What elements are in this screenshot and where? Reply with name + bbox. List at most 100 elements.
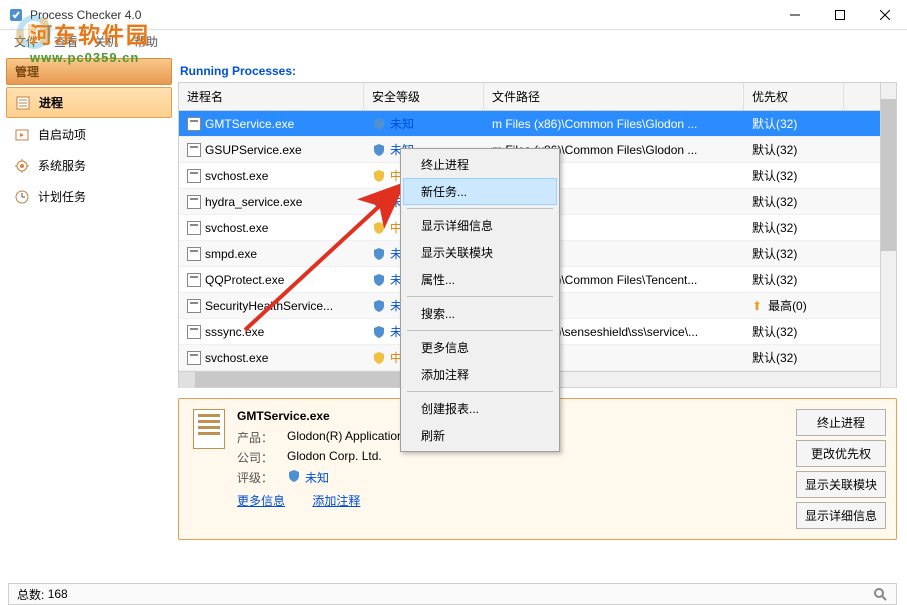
- sidebar-item-label: 自启动项: [38, 126, 86, 143]
- menu-separator: [407, 391, 553, 392]
- shield-icon: [372, 169, 386, 183]
- process-name: svchost.exe: [205, 169, 268, 183]
- context-menu-item[interactable]: 创建报表...: [403, 395, 557, 422]
- priority-value: 默认(32): [752, 167, 797, 184]
- col-security[interactable]: 安全等级: [364, 83, 484, 110]
- priority-value: 默认(32): [752, 193, 797, 210]
- maximize-button[interactable]: [817, 0, 862, 30]
- detail-company-value: Glodon Corp. Ltd.: [287, 449, 382, 466]
- priority-value: 默认(32): [752, 349, 797, 366]
- close-button[interactable]: [862, 0, 907, 30]
- sidebar-item-label: 进程: [39, 94, 63, 111]
- process-file-icon: [187, 169, 201, 183]
- change-priority-button[interactable]: 更改优先权: [796, 440, 886, 467]
- table-row[interactable]: GMTService.exe 未知 m Files (x86)\Common Fil…: [179, 111, 896, 137]
- process-file-icon: [187, 247, 201, 261]
- sidebar-header: 管理: [6, 58, 172, 85]
- process-file-icon: [187, 195, 201, 209]
- priority-value: 默认(32): [752, 245, 797, 262]
- process-file-icon: [187, 273, 201, 287]
- startup-icon: [14, 127, 30, 143]
- process-name: sssync.exe: [205, 325, 264, 339]
- process-icon: [15, 95, 31, 111]
- process-name: svchost.exe: [205, 351, 268, 365]
- context-menu-item[interactable]: 搜索...: [403, 300, 557, 327]
- context-menu-item[interactable]: 属性...: [403, 266, 557, 293]
- status-total-value: 168: [48, 587, 68, 601]
- minimize-button[interactable]: [772, 0, 817, 30]
- detail-product-value: Glodon(R) Application: [287, 429, 404, 446]
- sidebar-item-services[interactable]: 系统服务: [6, 151, 172, 180]
- context-menu-item[interactable]: 刷新: [403, 422, 557, 449]
- sidebar: 管理 进程 自启动项 系统服务 计划任务: [0, 52, 178, 581]
- context-menu-item[interactable]: 新任务...: [403, 178, 557, 205]
- detail-product-label: 产品：: [237, 429, 287, 446]
- scrollbar-thumb[interactable]: [881, 99, 896, 251]
- window-title: Process Checker 4.0: [30, 8, 141, 22]
- process-name: smpd.exe: [205, 247, 257, 261]
- sidebar-item-label: 计划任务: [38, 188, 86, 205]
- menu-file[interactable]: 文件: [8, 31, 44, 52]
- shield-icon: [372, 143, 386, 157]
- scroll-left-arrow-icon[interactable]: [179, 372, 195, 388]
- app-icon: [8, 7, 24, 23]
- file-path: m Files (x86)\Common Files\Glodon ...: [492, 117, 697, 131]
- priority-value: 默认(32): [752, 141, 797, 158]
- process-file-icon: [187, 117, 201, 131]
- terminate-button[interactable]: 终止进程: [796, 409, 886, 436]
- context-menu-item[interactable]: 显示详细信息: [403, 212, 557, 239]
- context-menu: 终止进程新任务... 显示详细信息显示关联模块属性... 搜索... 更多信息添加注释…: [400, 148, 560, 452]
- status-total-label: 总数:: [17, 586, 44, 603]
- priority-value: 默认(32): [752, 323, 797, 340]
- col-path[interactable]: 文件路径: [484, 83, 744, 110]
- priority-value: 默认(32): [752, 271, 797, 288]
- tasks-icon: [14, 189, 30, 205]
- table-header-row: 进程名 安全等级 文件路径 优先权: [179, 83, 896, 111]
- menu-view[interactable]: 查看: [48, 31, 84, 52]
- context-menu-item[interactable]: 添加注释: [403, 361, 557, 388]
- process-name: GSUPService.exe: [205, 143, 302, 157]
- show-details-button[interactable]: 显示详细信息: [796, 502, 886, 529]
- menu-help[interactable]: 帮助: [128, 31, 164, 52]
- status-bar: 总数: 168: [8, 583, 897, 605]
- security-level: 未知: [390, 115, 414, 132]
- col-priority[interactable]: 优先权: [744, 83, 844, 110]
- context-menu-item[interactable]: 终止进程: [403, 151, 557, 178]
- menu-shutdown[interactable]: 关机: [88, 31, 124, 52]
- process-file-icon: [187, 299, 201, 313]
- section-title: Running Processes:: [180, 64, 897, 78]
- shield-icon: [372, 117, 386, 131]
- detail-file-icon: [193, 409, 225, 449]
- context-menu-item[interactable]: 显示关联模块: [403, 239, 557, 266]
- window-titlebar: Process Checker 4.0: [0, 0, 907, 30]
- process-file-icon: [187, 221, 201, 235]
- priority-value: 默认(32): [752, 219, 797, 236]
- shield-icon: [287, 469, 301, 483]
- add-note-link[interactable]: 添加注释: [312, 494, 360, 508]
- shield-icon: [372, 195, 386, 209]
- sidebar-item-label: 系统服务: [38, 157, 86, 174]
- menu-separator: [407, 208, 553, 209]
- process-file-icon: [187, 143, 201, 157]
- shield-icon: [372, 273, 386, 287]
- search-icon[interactable]: [872, 586, 888, 602]
- sidebar-item-startup[interactable]: 自启动项: [6, 120, 172, 149]
- detail-rating-label: 评级：: [237, 469, 287, 486]
- context-menu-item[interactable]: 更多信息: [403, 334, 557, 361]
- col-name[interactable]: 进程名: [179, 83, 364, 110]
- shield-icon: [372, 221, 386, 235]
- more-info-link[interactable]: 更多信息: [237, 494, 285, 508]
- process-name: GMTService.exe: [205, 117, 294, 131]
- shield-icon: [372, 325, 386, 339]
- show-modules-button[interactable]: 显示关联模块: [796, 471, 886, 498]
- priority-value: 默认(32): [752, 115, 797, 132]
- priority-up-icon: ⬆: [752, 299, 762, 313]
- menu-separator: [407, 330, 553, 331]
- process-name: hydra_service.exe: [205, 195, 302, 209]
- shield-icon: [372, 299, 386, 313]
- sidebar-item-processes[interactable]: 进程: [6, 87, 172, 118]
- menubar: 文件 查看 关机 帮助: [0, 30, 907, 52]
- sidebar-item-tasks[interactable]: 计划任务: [6, 182, 172, 211]
- process-name: svchost.exe: [205, 221, 268, 235]
- vertical-scrollbar[interactable]: [880, 83, 896, 387]
